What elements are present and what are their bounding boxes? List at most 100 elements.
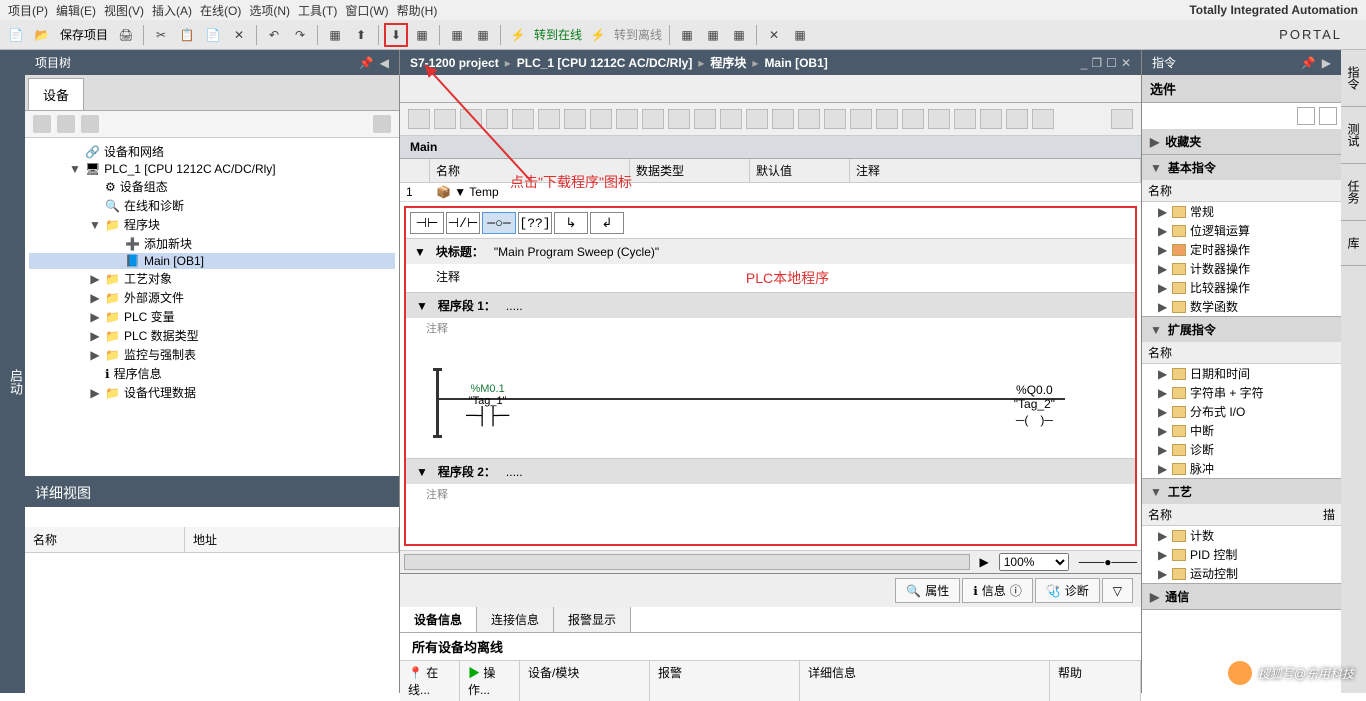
menu-tools[interactable]: 工具(T) — [298, 2, 337, 19]
tree-plc-vars[interactable]: ▶📁PLC 变量 — [29, 307, 395, 326]
editor-icon[interactable] — [434, 109, 456, 129]
tree-plc1[interactable]: ▼🖥PLC_1 [CPU 1212C AC/DC/Rly] — [29, 161, 395, 177]
redo-icon[interactable]: ↷ — [288, 23, 312, 47]
inst-toolbar-icon[interactable] — [1297, 107, 1315, 125]
tree-program-info[interactable]: ℹ程序信息 — [29, 364, 395, 383]
go-online-label[interactable]: 转到在线 — [532, 26, 584, 43]
toolbar-icon-2[interactable]: ▦ — [445, 23, 469, 47]
side-tab-task[interactable]: 任务 — [1341, 164, 1366, 221]
editor-icon[interactable] — [512, 109, 534, 129]
menu-options[interactable]: 选项(N) — [249, 2, 290, 19]
editor-icon[interactable] — [902, 109, 924, 129]
go-offline-icon[interactable]: ⚡ — [586, 23, 610, 47]
tree-tech-objects[interactable]: ▶📁工艺对象 — [29, 269, 395, 288]
new-project-icon[interactable]: 📄 — [4, 23, 28, 47]
tech-header[interactable]: ▼工艺 — [1142, 479, 1341, 504]
inst-count[interactable]: ▶计数 — [1142, 526, 1341, 545]
toolbar-icon-5[interactable]: ▦ — [701, 23, 725, 47]
crumb-blocks[interactable]: 程序块 — [710, 54, 746, 71]
tab-diagnostics[interactable]: 🩺诊断 — [1035, 578, 1100, 603]
window-max-icon[interactable]: ☐ — [1106, 56, 1117, 70]
window-restore-icon[interactable]: ❐ — [1091, 56, 1102, 70]
inst-general[interactable]: ▶常规 — [1142, 202, 1341, 221]
tab-collapse[interactable]: ▽ — [1102, 578, 1133, 603]
h-scrollbar[interactable] — [404, 554, 970, 570]
network2-collapse-icon[interactable]: ▼ — [416, 465, 428, 479]
editor-icon[interactable] — [850, 109, 872, 129]
download-icon[interactable]: ⬇ — [384, 23, 408, 47]
editor-icon[interactable] — [876, 109, 898, 129]
favorites-header[interactable]: ▶收藏夹 — [1142, 129, 1341, 154]
inst-counter[interactable]: ▶计数器操作 — [1142, 259, 1341, 278]
crumb-main[interactable]: Main [OB1] — [764, 56, 827, 70]
subtab-device-info[interactable]: 设备信息 — [400, 607, 477, 632]
editor-icon[interactable] — [460, 109, 482, 129]
ladder-box-icon[interactable]: [??] — [518, 212, 552, 234]
compile-icon[interactable]: ▦ — [323, 23, 347, 47]
tree-add-block[interactable]: ➕添加新块 — [29, 234, 395, 253]
tree-device-proxy[interactable]: ▶📁设备代理数据 — [29, 383, 395, 402]
menu-online[interactable]: 在线(O) — [200, 2, 241, 19]
copy-icon[interactable]: 📋 — [175, 23, 199, 47]
scroll-right-icon[interactable]: ▶ — [980, 555, 989, 569]
subtab-conn-info[interactable]: 连接信息 — [477, 607, 554, 632]
inst-diag[interactable]: ▶诊断 — [1142, 440, 1341, 459]
menu-edit[interactable]: 编辑(E) — [56, 2, 96, 19]
menu-view[interactable]: 视图(V) — [104, 2, 144, 19]
tree-toolbar-icon-4[interactable] — [373, 115, 391, 133]
options-header[interactable]: 选件 — [1142, 75, 1341, 102]
editor-icon[interactable] — [590, 109, 612, 129]
collapse-icon[interactable]: ▶ — [1322, 56, 1331, 70]
menu-help[interactable]: 帮助(H) — [397, 2, 438, 19]
toolbar-icon-7[interactable]: ✕ — [762, 23, 786, 47]
editor-icon[interactable] — [616, 109, 638, 129]
editor-icon[interactable] — [668, 109, 690, 129]
ladder-coil-icon[interactable]: ─○─ — [482, 212, 516, 234]
crumb-plc[interactable]: PLC_1 [CPU 1212C AC/DC/Rly] — [517, 56, 693, 70]
inst-string[interactable]: ▶字符串 + 字符 — [1142, 383, 1341, 402]
editor-icon[interactable] — [1111, 109, 1133, 129]
side-tab-lib[interactable]: 库 — [1341, 221, 1366, 266]
extended-instructions-header[interactable]: ▼扩展指令 — [1142, 317, 1341, 342]
tree-device-config[interactable]: ⚙设备组态 — [29, 177, 395, 196]
save-project-button[interactable]: 保存项目 — [56, 26, 112, 43]
block-title-text[interactable]: "Main Program Sweep (Cycle)" — [494, 245, 659, 259]
start-tab[interactable]: 启动 — [0, 50, 25, 693]
tree-watch-force[interactable]: ▶📁监控与强制表 — [29, 345, 395, 364]
editor-icon[interactable] — [954, 109, 976, 129]
ladder-network1[interactable]: %M0.1 "Tag_1" ─┤├─ %Q0.0 "Tag_2" ─( )─ — [426, 348, 1115, 448]
coil-symbol[interactable]: ─( )─ — [1014, 411, 1055, 428]
inst-math[interactable]: ▶数学函数 — [1142, 297, 1341, 316]
undo-icon[interactable]: ↶ — [262, 23, 286, 47]
inst-compare[interactable]: ▶比较器操作 — [1142, 278, 1341, 297]
tree-toolbar-icon-1[interactable] — [33, 115, 51, 133]
editor-icon[interactable] — [538, 109, 560, 129]
basic-instructions-header[interactable]: ▼基本指令 — [1142, 155, 1341, 180]
inst-interrupt[interactable]: ▶中断 — [1142, 421, 1341, 440]
delete-icon[interactable]: ✕ — [227, 23, 251, 47]
side-tab-instructions[interactable]: 指令 — [1341, 50, 1366, 107]
tab-properties[interactable]: 🔍属性 — [895, 578, 960, 603]
inst-toolbar-icon[interactable] — [1319, 107, 1337, 125]
tree-plc-datatypes[interactable]: ▶📁PLC 数据类型 — [29, 326, 395, 345]
menu-insert[interactable]: 插入(A) — [152, 2, 192, 19]
editor-icon[interactable] — [1006, 109, 1028, 129]
toolbar-icon-1[interactable]: ▦ — [410, 23, 434, 47]
editor-icon[interactable] — [746, 109, 768, 129]
inst-pid[interactable]: ▶PID 控制 — [1142, 545, 1341, 564]
window-close-icon[interactable]: ✕ — [1121, 56, 1131, 70]
tree-toolbar-icon-3[interactable] — [81, 115, 99, 133]
inst-datetime[interactable]: ▶日期和时间 — [1142, 364, 1341, 383]
editor-icon[interactable] — [408, 109, 430, 129]
pin-icon[interactable]: 📌 — [1301, 56, 1316, 70]
side-tab-test[interactable]: 测试 — [1341, 107, 1366, 164]
tree-devices-networks[interactable]: 🔗设备和网络 — [29, 142, 395, 161]
open-project-icon[interactable]: 📂 — [30, 23, 54, 47]
editor-icon[interactable] — [772, 109, 794, 129]
inst-timer[interactable]: ▶定时器操作 — [1142, 240, 1341, 259]
editor-icon[interactable] — [928, 109, 950, 129]
collapse-icon[interactable]: ◀ — [380, 56, 389, 70]
zoom-select[interactable]: 100% — [999, 553, 1069, 571]
subtab-alarm[interactable]: 报警显示 — [554, 607, 631, 632]
go-online-icon[interactable]: ⚡ — [506, 23, 530, 47]
